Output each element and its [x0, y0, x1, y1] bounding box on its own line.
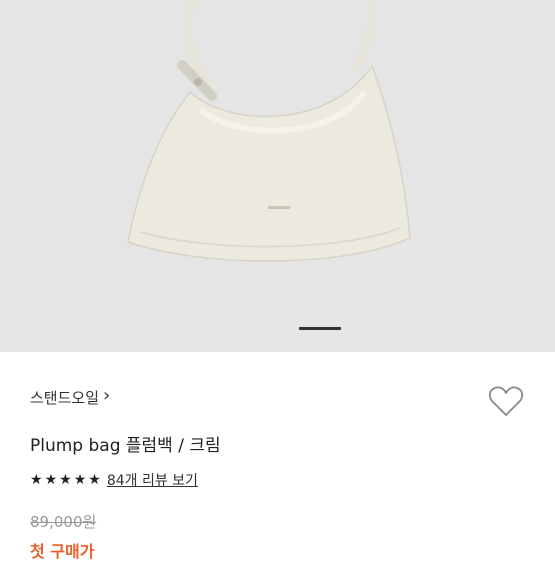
- pager-indicator[interactable]: [299, 327, 341, 330]
- brand-link[interactable]: 스탠드오일 ›: [30, 386, 110, 408]
- star-icon: ★: [30, 472, 43, 488]
- review-link[interactable]: 84개 리뷰 보기: [107, 470, 198, 490]
- star-icon: ★: [44, 472, 58, 488]
- star-icon: ★: [59, 472, 72, 488]
- product-image-gallery[interactable]: [0, 0, 555, 352]
- product-info: 스탠드오일 › Plump bag 플럼백 / 크림 ★ ★ ★ ★ ★ 84개…: [0, 352, 555, 561]
- product-bag-image: [127, 0, 411, 262]
- chevron-right-icon: ›: [103, 385, 111, 406]
- brand-name: 스탠드오일: [30, 388, 100, 407]
- star-icon: ★: [88, 472, 101, 488]
- rating-row: ★ ★ ★ ★ ★ 84개 리뷰 보기: [30, 470, 198, 490]
- star-icon: ★: [73, 472, 87, 488]
- product-name: Plump bag 플럼백 / 크림: [30, 436, 221, 456]
- first-purchase-label: 첫 구매가: [30, 542, 95, 561]
- original-price: 89,000원: [30, 513, 97, 531]
- rating-stars: ★ ★ ★ ★ ★: [30, 473, 101, 487]
- heart-icon[interactable]: [487, 382, 525, 420]
